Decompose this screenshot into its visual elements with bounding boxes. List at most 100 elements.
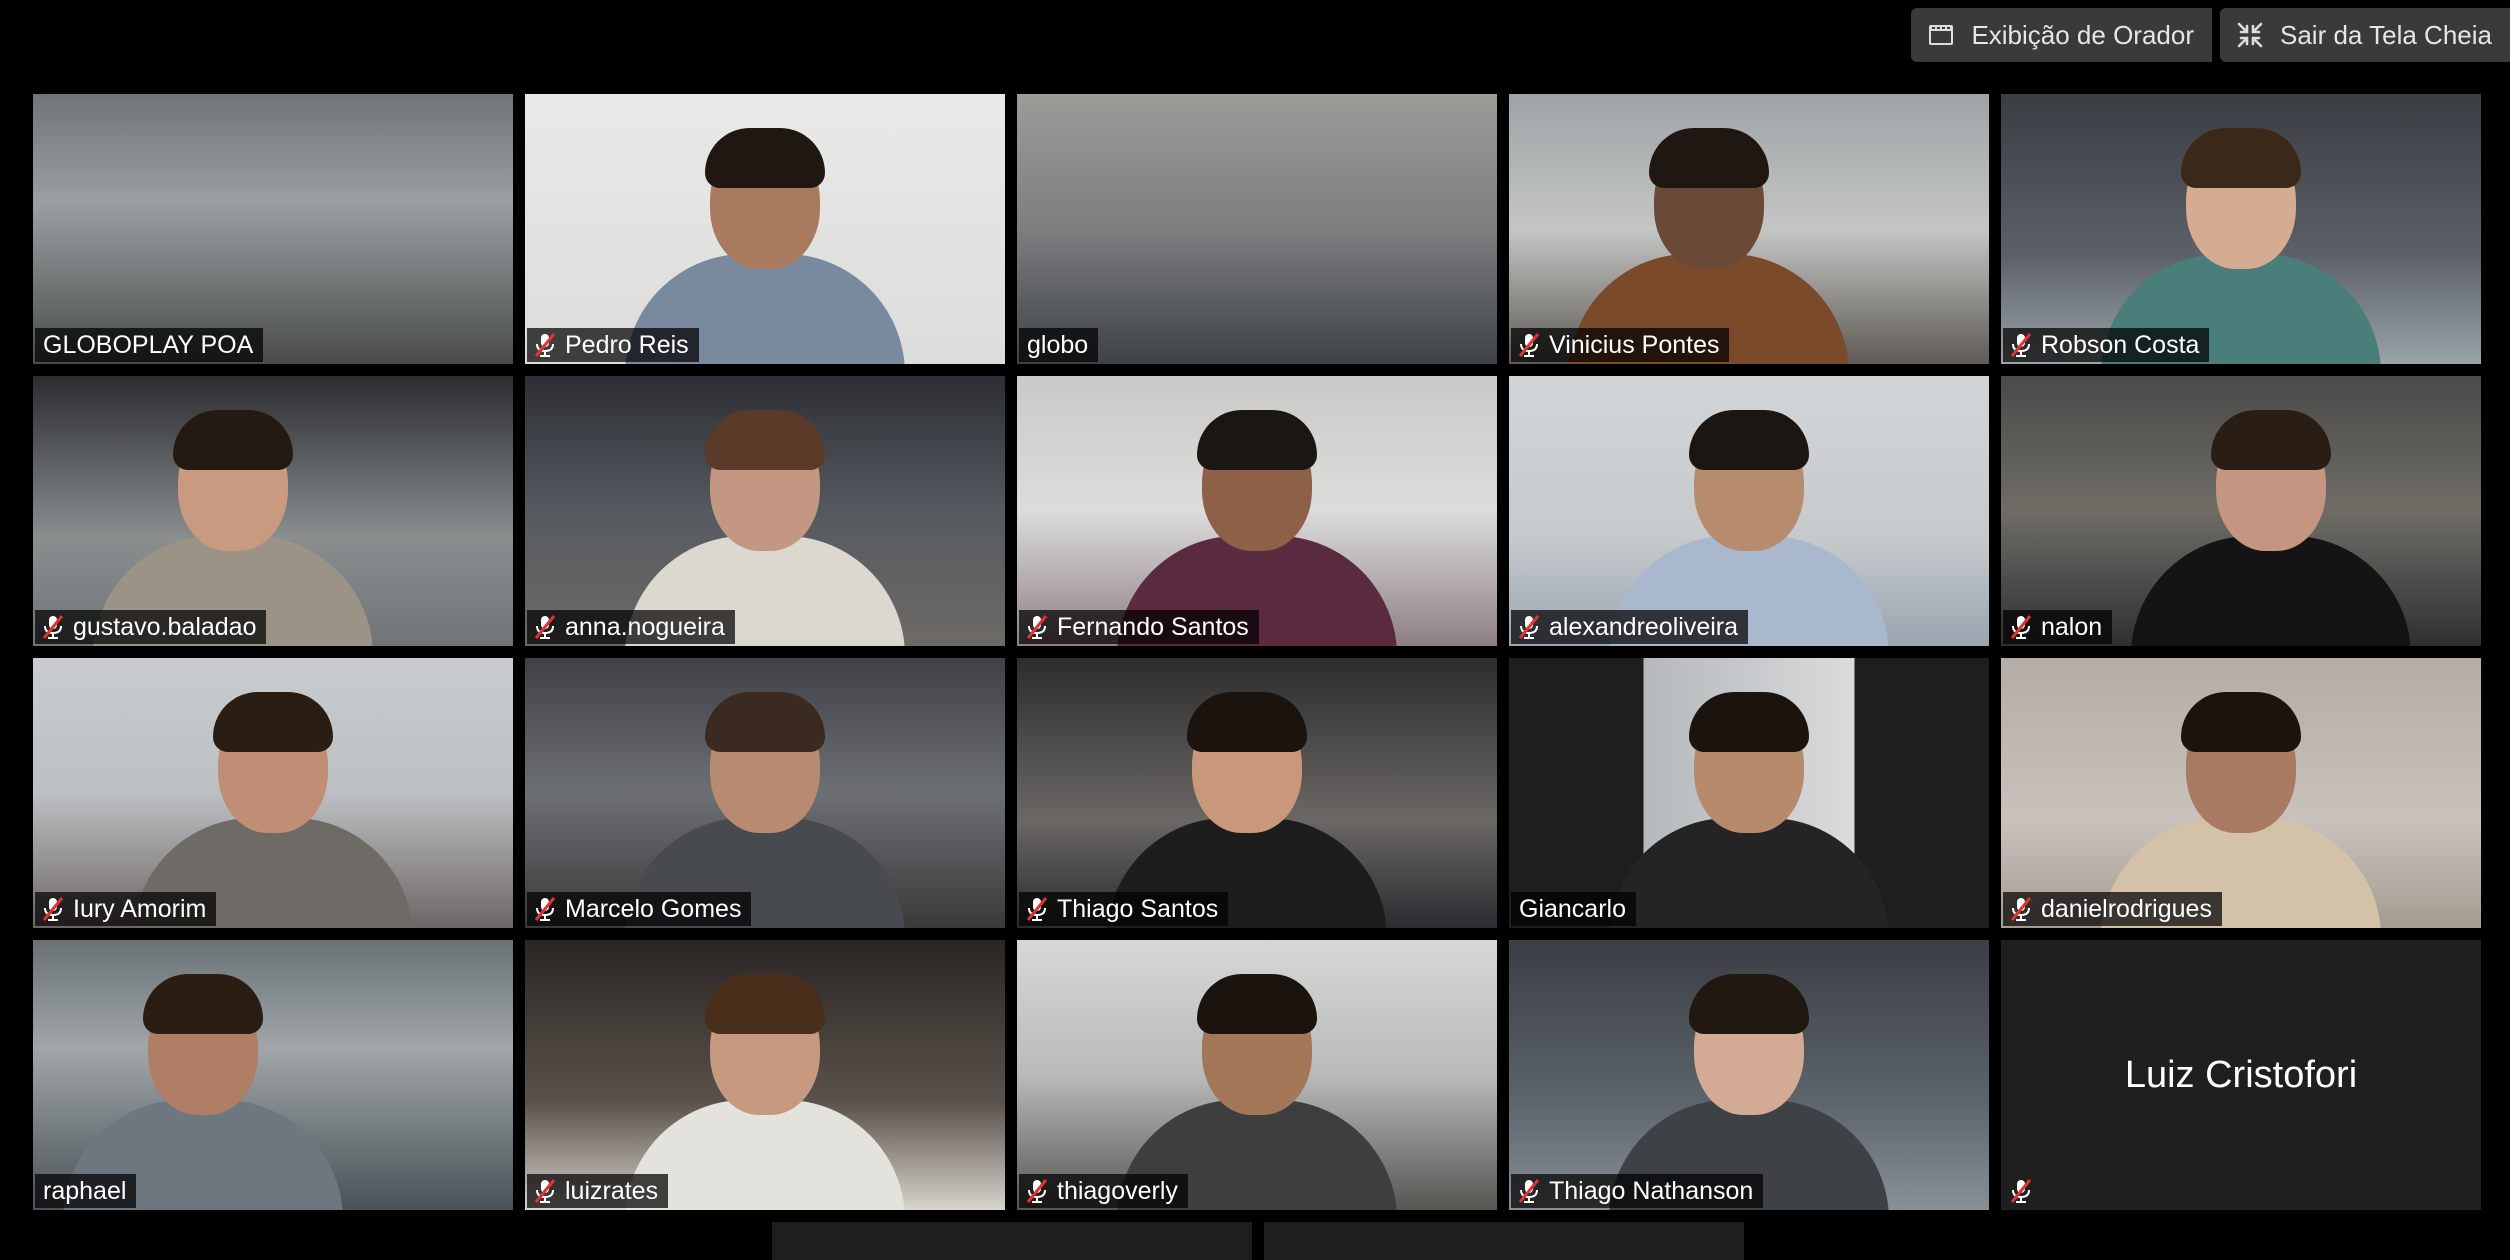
participant-name: Robson Costa — [2041, 330, 2200, 359]
muted-mic-icon — [2009, 614, 2033, 640]
participant-tile[interactable]: Giancarlo — [1509, 658, 1989, 928]
participant-name: luizrates — [565, 1176, 659, 1205]
participant-label: Marcelo Gomes — [527, 892, 752, 926]
participant-label: nalon — [2003, 610, 2113, 644]
video-feed — [1509, 94, 1989, 364]
participant-tile[interactable]: gustavo.baladao — [33, 376, 513, 646]
muted-mic-icon — [2009, 896, 2033, 922]
participant-label: anna.nogueira — [527, 610, 735, 644]
video-feed — [1509, 658, 1989, 928]
participant-label — [2003, 1174, 2043, 1208]
muted-mic-icon — [41, 896, 65, 922]
muted-mic-icon — [1517, 332, 1541, 358]
muted-mic-icon — [533, 332, 557, 358]
participant-label: alexandreoliveira — [1511, 610, 1749, 644]
top-toolbar: Exibição de Orador Sair da Tela Cheia — [1911, 8, 2510, 64]
participant-tile[interactable]: raphael — [33, 940, 513, 1210]
participant-name-center: Luiz Cristofori — [2124, 1053, 2358, 1096]
participant-tile[interactable]: Robson Costa — [2001, 94, 2481, 364]
bottom-thumbnail-left — [772, 1222, 1252, 1260]
participant-label: globo — [1019, 328, 1099, 362]
participant-tile[interactable]: luizrates — [525, 940, 1005, 1210]
participant-label: thiagoverly — [1019, 1174, 1188, 1208]
muted-mic-icon — [2009, 332, 2033, 358]
participant-name: gustavo.baladao — [73, 612, 257, 641]
video-feed — [2001, 94, 2481, 364]
video-feed — [525, 376, 1005, 646]
video-feed — [33, 940, 513, 1210]
participant-tile[interactable]: nalon — [2001, 376, 2481, 646]
participant-label: luizrates — [527, 1174, 669, 1208]
video-feed — [1509, 376, 1989, 646]
video-feed — [33, 94, 513, 364]
muted-mic-icon — [2009, 1178, 2033, 1204]
speaker-view-button[interactable]: Exibição de Orador — [1911, 8, 2212, 62]
participant-tile[interactable]: Pedro Reis — [525, 94, 1005, 364]
participant-name: Pedro Reis — [565, 330, 689, 359]
muted-mic-icon — [1517, 1178, 1541, 1204]
video-feed — [1017, 658, 1497, 928]
speaker-view-icon — [1929, 25, 1954, 45]
participant-name: danielrodrigues — [2041, 894, 2212, 923]
muted-mic-icon — [1025, 896, 1049, 922]
participant-label: Thiago Santos — [1019, 892, 1229, 926]
participant-label: Thiago Nathanson — [1511, 1174, 1764, 1208]
participant-name: Thiago Nathanson — [1549, 1176, 1754, 1205]
video-feed — [525, 658, 1005, 928]
muted-mic-icon — [533, 896, 557, 922]
video-feed — [33, 658, 513, 928]
exit-fullscreen-icon — [2237, 22, 2263, 48]
participant-label: danielrodrigues — [2003, 892, 2222, 926]
exit-fullscreen-label: Sair da Tela Cheia — [2280, 19, 2492, 50]
participant-silhouette — [2131, 410, 2411, 646]
exit-fullscreen-button[interactable]: Sair da Tela Cheia — [2220, 8, 2510, 62]
participant-name: globo — [1027, 330, 1089, 359]
muted-mic-icon — [533, 614, 557, 640]
participant-tile[interactable]: Thiago Nathanson — [1509, 940, 1989, 1210]
participant-name: raphael — [43, 1176, 127, 1205]
speaker-view-label: Exibição de Orador — [1971, 19, 2194, 50]
participant-label: Pedro Reis — [527, 328, 699, 362]
video-feed — [1509, 940, 1989, 1210]
participant-tile[interactable]: Luiz Cristofori — [2001, 940, 2481, 1210]
muted-mic-icon — [1517, 614, 1541, 640]
muted-mic-icon — [1025, 614, 1049, 640]
participant-tile[interactable]: Vinicius Pontes — [1509, 94, 1989, 364]
participant-tile[interactable]: thiagoverly — [1017, 940, 1497, 1210]
participant-tile[interactable]: Iury Amorim — [33, 658, 513, 928]
video-feed — [2001, 376, 2481, 646]
muted-mic-icon — [1025, 1178, 1049, 1204]
participant-label: Giancarlo — [1511, 892, 1636, 926]
participant-name: anna.nogueira — [565, 612, 725, 641]
participant-name: nalon — [2041, 612, 2103, 641]
participant-tile[interactable]: anna.nogueira — [525, 376, 1005, 646]
participant-tile[interactable]: Thiago Santos — [1017, 658, 1497, 928]
participant-tile[interactable]: Marcelo Gomes — [525, 658, 1005, 928]
participant-label: Iury Amorim — [35, 892, 217, 926]
participant-name: Thiago Santos — [1057, 894, 1219, 923]
participant-label: Robson Costa — [2003, 328, 2210, 362]
video-feed — [33, 376, 513, 646]
participant-name: Giancarlo — [1519, 894, 1626, 923]
video-feed — [525, 940, 1005, 1210]
participant-name: Marcelo Gomes — [565, 894, 742, 923]
video-feed — [2001, 658, 2481, 928]
muted-mic-icon — [41, 614, 65, 640]
gallery-grid: GLOBOPLAY POA Pedro Reis globo Vinicius Pon… — [33, 94, 2483, 1210]
video-feed — [1017, 376, 1497, 646]
participant-label: GLOBOPLAY POA — [35, 328, 264, 362]
participant-tile[interactable]: Fernando Santos — [1017, 376, 1497, 646]
participant-label: raphael — [35, 1174, 137, 1208]
participant-tile[interactable]: danielrodrigues — [2001, 658, 2481, 928]
video-feed — [1017, 940, 1497, 1210]
participant-label: Fernando Santos — [1019, 610, 1259, 644]
video-feed — [1017, 94, 1497, 364]
participant-name: Fernando Santos — [1057, 612, 1249, 641]
participant-tile[interactable]: alexandreoliveira — [1509, 376, 1989, 646]
participant-label: gustavo.baladao — [35, 610, 267, 644]
participant-name: Vinicius Pontes — [1549, 330, 1720, 359]
participant-tile[interactable]: GLOBOPLAY POA — [33, 94, 513, 364]
video-feed — [525, 94, 1005, 364]
participant-name: GLOBOPLAY POA — [43, 330, 254, 359]
participant-tile[interactable]: globo — [1017, 94, 1497, 364]
